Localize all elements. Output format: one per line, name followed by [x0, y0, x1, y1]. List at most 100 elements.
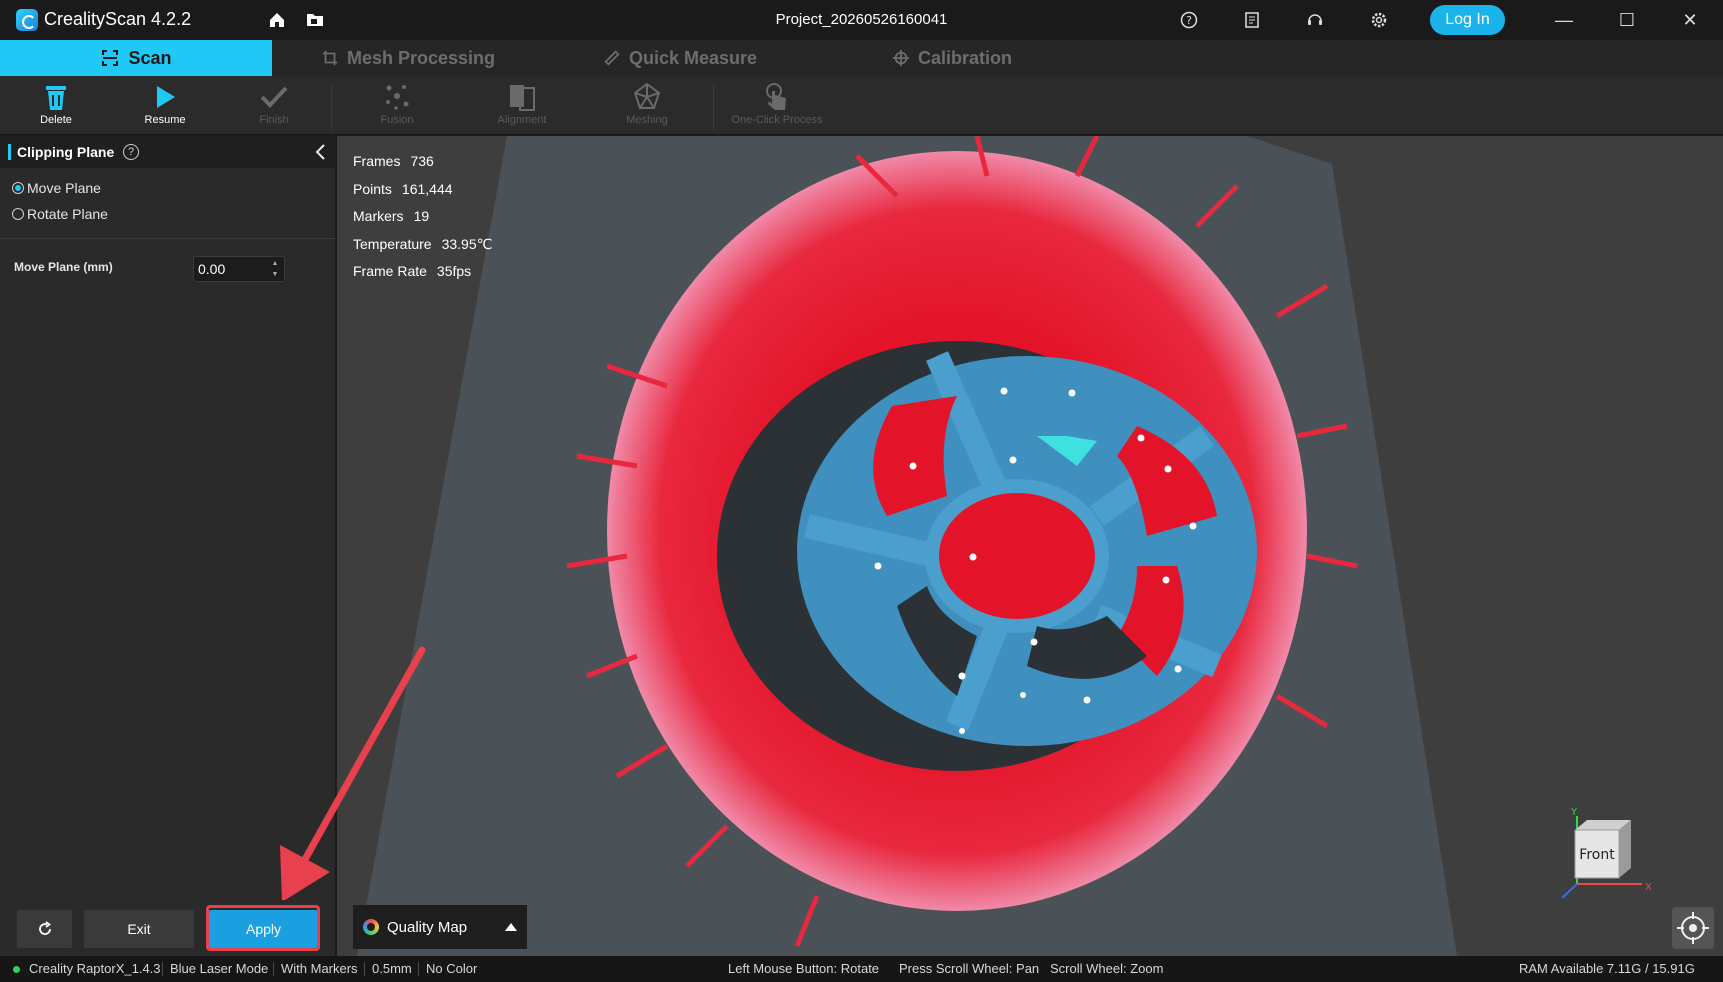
- hint-zoom: Scroll Wheel: Zoom: [1050, 961, 1164, 976]
- check-icon: [260, 86, 288, 108]
- move-plane-label: Move Plane (mm): [14, 260, 113, 274]
- caret-up-icon: [505, 923, 517, 931]
- question-icon[interactable]: ?: [123, 144, 139, 160]
- axis-x-label: X: [1645, 882, 1652, 893]
- radio-unchecked-icon: [12, 208, 24, 220]
- tab-mesh-processing[interactable]: Mesh Processing: [272, 40, 544, 76]
- collapse-panel-icon[interactable]: [312, 142, 330, 162]
- tab-scan[interactable]: Scan: [0, 40, 272, 76]
- stat-temperature: Temperature 33.95℃: [353, 235, 493, 252]
- folder-icon[interactable]: [305, 10, 325, 30]
- panel-accent: [8, 144, 11, 160]
- finish-button[interactable]: Finish: [229, 82, 319, 126]
- meshing-button[interactable]: Meshing: [602, 82, 692, 126]
- login-button[interactable]: Log In: [1430, 5, 1505, 35]
- axis-y-label: Y: [1570, 807, 1578, 818]
- stat-markers: Markers 19: [353, 208, 430, 224]
- radio-checked-icon: [12, 182, 24, 194]
- tab-label: Scan: [128, 47, 172, 68]
- delete-button[interactable]: Delete: [11, 82, 101, 126]
- status-separator: [273, 962, 274, 976]
- status-bar: Creality RaptorX_1.4.3 Blue Laser Mode W…: [0, 956, 1723, 982]
- color-mode: No Color: [426, 961, 478, 976]
- view-cube[interactable]: Y X Front: [1557, 806, 1667, 906]
- resolution: 0.5mm: [372, 961, 412, 976]
- reset-button[interactable]: [17, 910, 72, 948]
- main-tabs: Scan Mesh Processing Quick Measure Calib…: [0, 40, 1723, 76]
- tab-quick-measure[interactable]: Quick Measure: [544, 40, 816, 76]
- scan-stats: Frames 736 Points 161,444 Markers 19 Temper…: [353, 148, 492, 286]
- status-separator: [418, 962, 419, 976]
- move-plane-spinbox: ▲ ▼: [193, 256, 285, 282]
- home-icon[interactable]: [267, 10, 287, 30]
- status-separator: [364, 962, 365, 976]
- view-cube-face-label: Front: [1579, 847, 1615, 863]
- spin-up-icon[interactable]: ▲: [270, 259, 280, 269]
- crosshair-icon: [1677, 912, 1709, 944]
- touch-icon: [766, 83, 786, 110]
- marker-mode: With Markers: [281, 961, 358, 976]
- alignment-button[interactable]: Alignment: [477, 82, 567, 126]
- tab-label: Mesh Processing: [346, 47, 496, 68]
- radio-label: Rotate Plane: [27, 206, 108, 222]
- recenter-view-button[interactable]: [1672, 907, 1714, 949]
- crop-icon: [322, 50, 338, 66]
- move-plane-input[interactable]: [194, 257, 264, 281]
- stat-points: Points 161,444: [353, 180, 453, 197]
- stat-frames: Frames 736: [353, 153, 434, 169]
- radio-label: Move Plane: [27, 180, 101, 196]
- hint-pan: Press Scroll Wheel: Pan: [899, 961, 1040, 976]
- play-icon: [157, 86, 175, 108]
- one-click-process-button[interactable]: One-Click Process: [727, 82, 827, 126]
- ram-available: RAM Available 7.11G / 15.91G: [1519, 961, 1695, 976]
- title-bar: CrealityScan 4.2.2 Project_2026052616004…: [0, 0, 1723, 40]
- clipping-plane-panel: Clipping Plane ? Move Plane Rotate Plane…: [0, 136, 336, 956]
- target-icon: [892, 49, 910, 67]
- support-icon[interactable]: [1305, 10, 1325, 30]
- help-icon[interactable]: ?: [1179, 10, 1199, 30]
- quality-map-label: Quality Map: [387, 918, 468, 936]
- maximize-icon[interactable]: ☐: [1615, 8, 1639, 32]
- hint-rotate: Left Mouse Button: Rotate: [728, 961, 880, 976]
- scan-render: [357, 136, 1457, 956]
- app-logo-icon: [16, 9, 38, 31]
- trash-icon: [46, 86, 66, 110]
- quality-map-icon: [363, 919, 379, 935]
- tab-label: Quick Measure: [628, 47, 758, 68]
- panel-header: Clipping Plane ?: [0, 136, 336, 168]
- toolbar-separator: [713, 84, 714, 130]
- svg-text:?: ?: [1186, 14, 1192, 27]
- scan-mode: Blue Laser Mode: [170, 961, 269, 976]
- spool-model: [797, 351, 1257, 746]
- document-icon[interactable]: [1242, 10, 1262, 30]
- exit-button[interactable]: Exit: [84, 910, 194, 948]
- 3d-viewport[interactable]: Frames 736 Points 161,444 Markers 19 Temper…: [337, 136, 1723, 956]
- move-plane-radio[interactable]: Move Plane: [12, 180, 101, 196]
- spin-down-icon[interactable]: ▼: [270, 270, 280, 280]
- app-title: CrealityScan 4.2.2: [44, 9, 192, 29]
- panel-title: Clipping Plane: [17, 144, 115, 160]
- settings-icon[interactable]: [1369, 10, 1389, 30]
- fusion-icon: [386, 85, 409, 110]
- fusion-button[interactable]: Fusion: [352, 82, 442, 126]
- minimize-icon[interactable]: —: [1552, 8, 1576, 32]
- refresh-icon: [38, 921, 51, 935]
- stat-frame-rate: Frame Rate 35fps: [353, 263, 472, 279]
- tab-label: Calibration: [917, 47, 1012, 68]
- quality-map-dropdown[interactable]: Quality Map: [353, 905, 527, 949]
- tab-calibration[interactable]: Calibration: [816, 40, 1088, 76]
- resume-button[interactable]: Resume: [120, 82, 210, 126]
- rotate-plane-radio[interactable]: Rotate Plane: [12, 206, 108, 222]
- apply-button[interactable]: Apply: [209, 910, 318, 948]
- scan-toolbar: Delete Resume Finish Fusion Alignment Me…: [0, 76, 1723, 135]
- meshing-icon: [633, 82, 661, 109]
- divider: [0, 238, 336, 239]
- ruler-icon: [604, 50, 620, 66]
- close-icon[interactable]: ✕: [1678, 8, 1702, 32]
- device-name: Creality RaptorX_1.4.3: [29, 961, 161, 976]
- status-separator: [162, 962, 163, 976]
- toolbar-separator: [331, 84, 332, 130]
- connection-status-icon: [13, 966, 20, 973]
- alignment-icon: [510, 85, 535, 111]
- scan-icon: [102, 50, 119, 66]
